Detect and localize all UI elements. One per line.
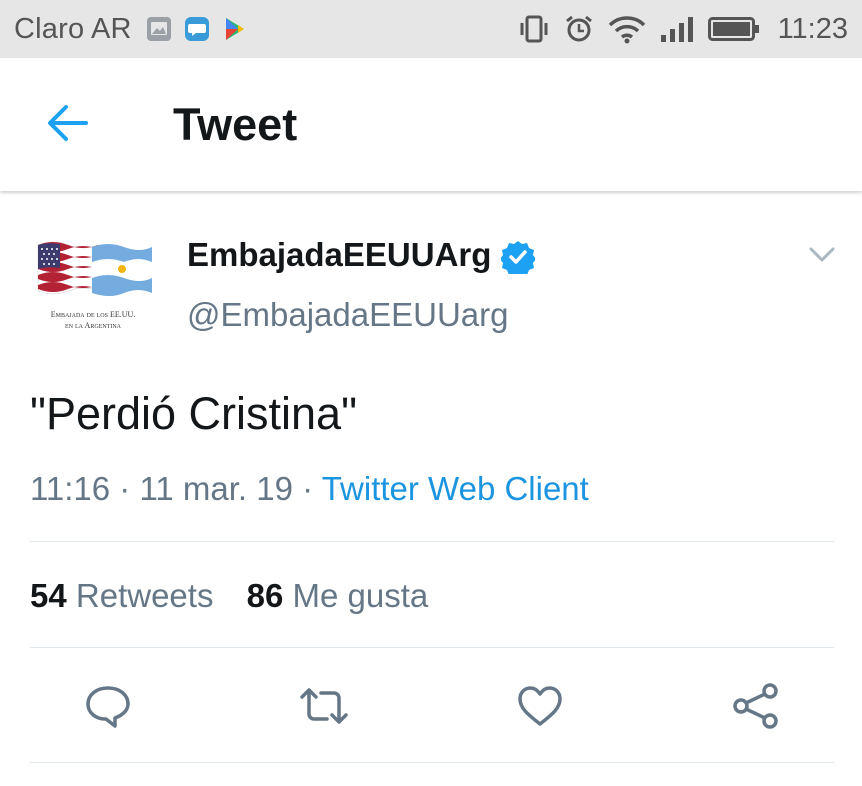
carrier-name: Claro AR — [14, 12, 132, 45]
alarm-icon — [565, 15, 592, 42]
battery-icon — [707, 17, 759, 41]
likes-stat[interactable]: 86 Me gusta — [247, 577, 429, 615]
retweet-icon[interactable] — [300, 682, 348, 730]
divider — [30, 541, 834, 542]
retweets-count: 54 — [30, 577, 67, 614]
wifi-icon — [608, 16, 645, 44]
likes-count: 86 — [246, 577, 284, 614]
tweet-text: "Perdió Cristina" — [30, 388, 358, 439]
display-name[interactable]: EmbajadaEEUUArg — [187, 236, 491, 274]
flags-logo — [37, 241, 152, 296]
share-icon[interactable] — [732, 682, 780, 730]
avatar[interactable]: Embajada de los EE.UU. en la Argentina — [30, 235, 156, 345]
status-time: 11:23 — [777, 12, 848, 45]
retweets-stat[interactable]: 54 Retweets — [30, 577, 213, 615]
chevron-down-icon[interactable] — [808, 246, 836, 264]
meta-separator: · — [110, 470, 140, 507]
page-title: Tweet — [173, 99, 298, 150]
like-icon[interactable] — [516, 682, 564, 730]
reply-icon[interactable] — [84, 682, 132, 730]
tweet-source-link[interactable]: Twitter Web Client — [322, 470, 589, 507]
back-arrow-icon[interactable] — [44, 103, 90, 143]
gallery-icon — [146, 17, 171, 41]
divider — [30, 647, 834, 648]
message-icon — [184, 17, 209, 41]
retweets-label: Retweets — [75, 577, 214, 614]
divider — [30, 762, 834, 763]
meta-separator: · — [292, 470, 322, 507]
tweet-meta: 11:16 · 11 mar. 19 · Twitter Web Client — [30, 470, 589, 508]
top-app-bar: Tweet — [0, 58, 862, 191]
tweet-stats: 54 Retweets 86 Me gusta — [30, 577, 428, 615]
likes-label: Me gusta — [292, 577, 429, 614]
signal-icon — [660, 17, 693, 42]
username[interactable]: @EmbajadaEEUUarg — [187, 296, 508, 334]
avatar-caption-line2: en la Argentina — [65, 321, 121, 330]
play-store-icon — [225, 18, 244, 40]
tweet-date: 11 mar. 19 — [139, 470, 293, 507]
avatar-caption-line1: Embajada de los EE.UU. — [50, 310, 136, 319]
avatar-caption: Embajada de los EE.UU. en la Argentina — [30, 309, 156, 331]
vibrate-icon — [520, 15, 548, 43]
verified-badge-icon — [501, 241, 535, 274]
status-bar: Claro AR 11:23 — [0, 0, 862, 58]
tweet-time: 11:16 — [30, 470, 111, 507]
